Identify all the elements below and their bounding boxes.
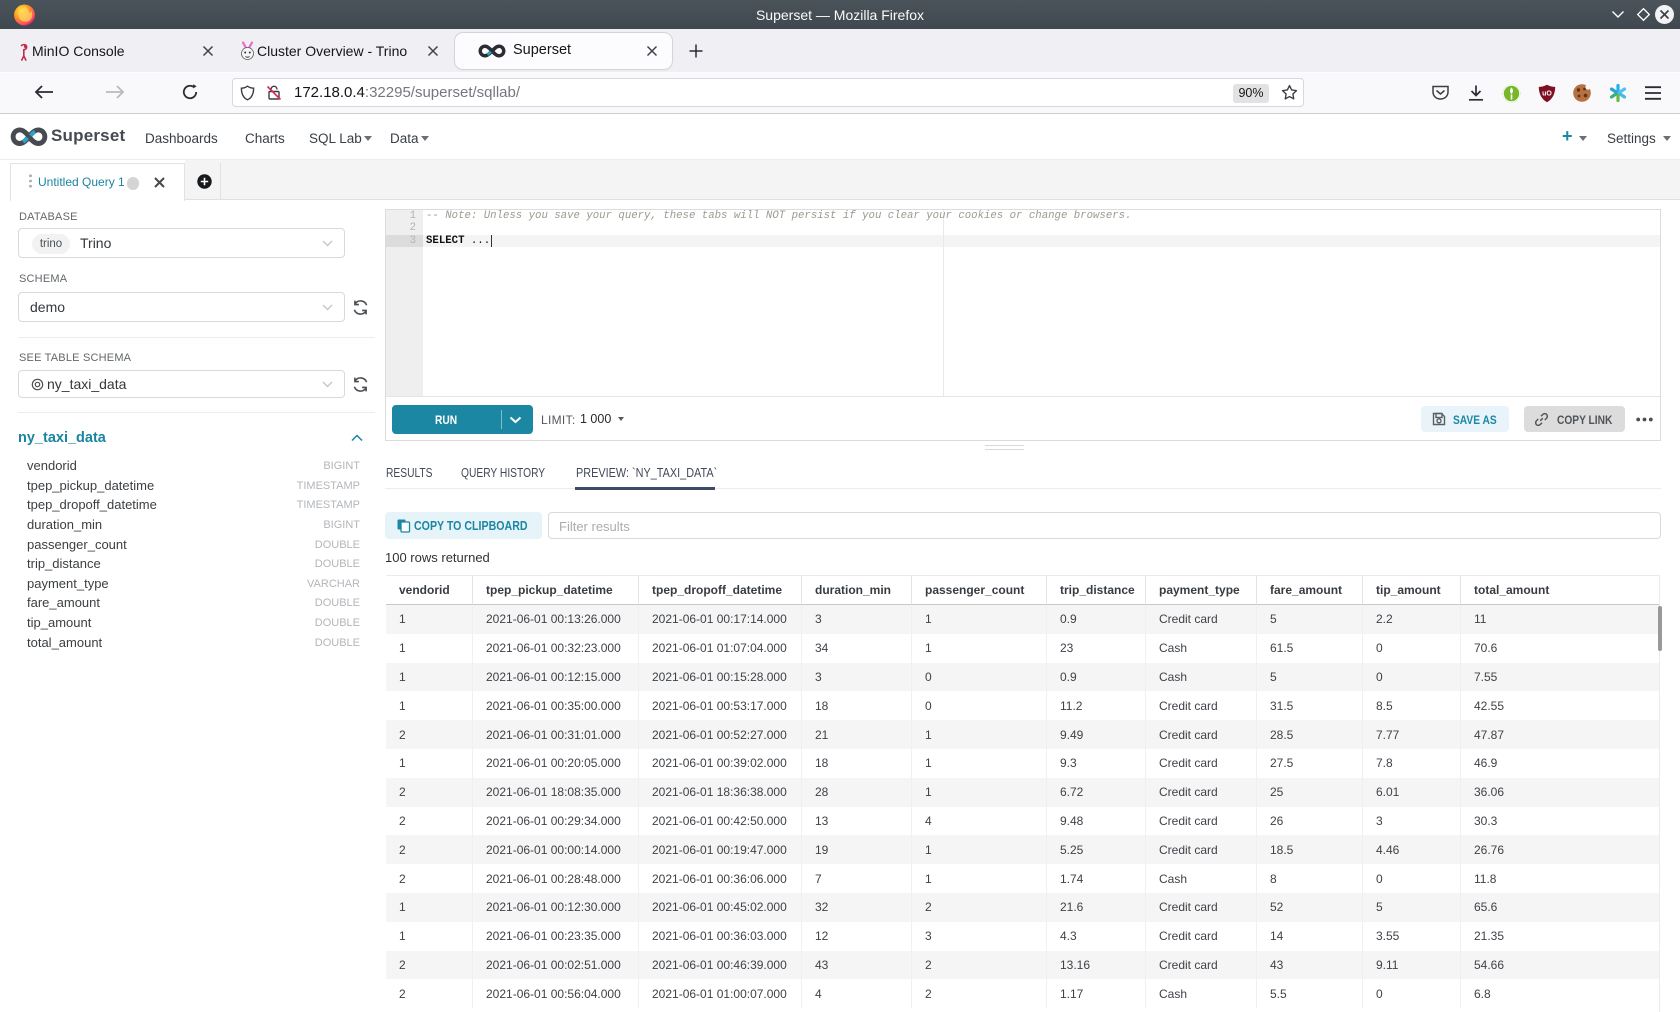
svg-text:uO: uO xyxy=(1542,91,1552,98)
